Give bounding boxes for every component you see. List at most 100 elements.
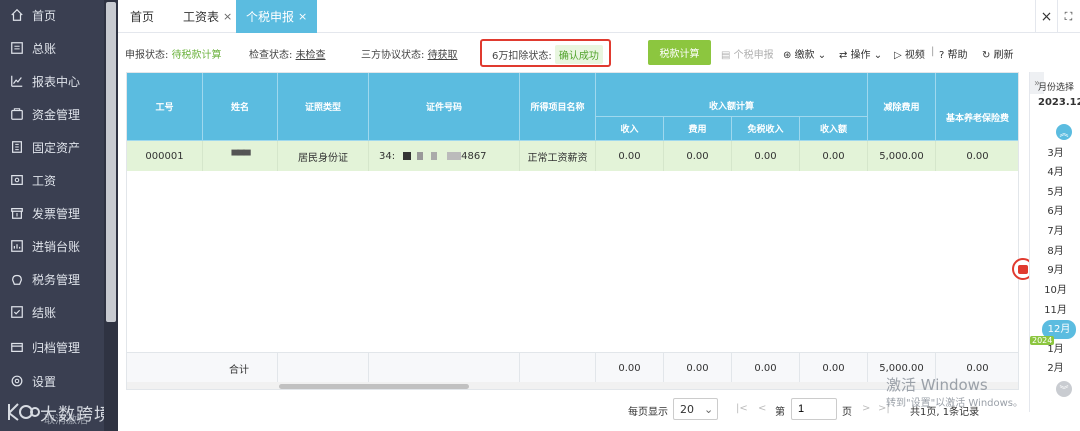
cell-id-no: 34: 4867 (369, 141, 520, 171)
sidebar-item-label: 资金管理 (32, 107, 81, 122)
id-prefix: 34: (379, 150, 396, 162)
cell-name: ▀▀▀ (203, 141, 278, 171)
header-income-amount[interactable]: 收入额 (800, 117, 868, 141)
month-item[interactable]: 10月 (1030, 281, 1080, 300)
month-item[interactable]: 7月 (1030, 222, 1080, 241)
table-hscrollbar-thumb[interactable] (279, 384, 469, 389)
next-page-button[interactable]: > (862, 403, 870, 414)
chevron-down-icon: ⌄ (704, 402, 714, 416)
sidebar-item-inventory[interactable]: 进销台账 (0, 231, 104, 261)
month-item[interactable]: 6月 (1030, 202, 1080, 221)
brand-name: 大数跨境 (40, 404, 112, 425)
video-label: 视频 (904, 50, 925, 61)
declare-status-label: 申报状态: (125, 50, 169, 61)
header-income-item[interactable]: 所得项目名称 (520, 73, 596, 141)
page-number-input[interactable] (791, 398, 837, 420)
footer-expense: 0.00 (664, 353, 732, 383)
toolbar-separator: | (931, 46, 935, 57)
month-item[interactable]: 8月 (1030, 242, 1080, 261)
declare-button[interactable]: ▤ 个税申报 (721, 46, 774, 61)
fullscreen-icon[interactable]: ⛶ (1057, 0, 1079, 33)
deduction-status-label: 6万扣除状态: (492, 51, 552, 62)
month-item[interactable]: 1月 (1030, 340, 1080, 359)
header-pension[interactable]: 基本养老保险费 (936, 95, 1018, 141)
calc-tax-button[interactable]: 税款计算 (648, 40, 711, 65)
deduction-status-badge: 确认成功 (554, 45, 603, 64)
first-page-button[interactable]: |< (736, 403, 748, 414)
sidebar-item-label: 归档管理 (32, 340, 81, 355)
pay-button[interactable]: ⊛ 缴款 ⌄ (783, 46, 826, 61)
sidebar-item-reports[interactable]: 报表中心 (0, 66, 104, 96)
per-page-select[interactable]: 20 ⌄ (673, 398, 718, 420)
chevron-down-icon: ⌄ (814, 50, 827, 61)
tab-income-tax[interactable]: 个税申报 × (236, 0, 318, 33)
header-id-no[interactable]: 证件号码 (369, 73, 520, 141)
scroll-down-icon[interactable]: ︾ (1056, 381, 1072, 397)
asset-icon (12, 141, 22, 153)
month-item[interactable]: 3月 (1030, 144, 1080, 163)
footer-total-label: 合计 (127, 353, 278, 383)
sidebar-item-label: 结账 (32, 305, 57, 320)
current-period: 2023.12 (1038, 97, 1080, 108)
check-status-link[interactable]: 未检查 (296, 50, 326, 61)
header-emp-no[interactable]: 工号 (127, 73, 203, 141)
main-panel: 首页 工资表 × 个税申报 × × ⛶ 申报状态: 待税款计算 检查状态: 未检… (118, 0, 1080, 431)
sidebar-item-funds[interactable]: 资金管理 (0, 99, 104, 129)
tab-label: 个税申报 (246, 10, 295, 24)
cell-expense: 0.00 (664, 141, 732, 171)
table-row[interactable]: 000001 ▀▀▀ 居民身份证 34: 4867 正常工资薪资 0.00 0.… (127, 141, 1018, 171)
header-income[interactable]: 收入 (596, 117, 664, 141)
scroll-up-icon[interactable]: ︽ (1056, 124, 1072, 140)
sidebar-item-tax[interactable]: 税务管理 (0, 264, 104, 294)
sidebar-item-archive[interactable]: 归档管理 (0, 332, 104, 362)
header-id-type[interactable]: 证照类型 (278, 73, 369, 141)
declare-icon: ▤ (721, 50, 734, 61)
close-icon[interactable]: × (223, 10, 232, 23)
agreement-status-link[interactable]: 待获取 (428, 50, 458, 61)
month-item[interactable]: 4月 (1030, 163, 1080, 182)
sidebar-item-settings[interactable]: 设置 (0, 366, 104, 396)
brand-logo: 大数跨境 (6, 400, 112, 425)
month-item[interactable]: 11月 (1030, 301, 1080, 320)
close-icon[interactable]: × (298, 10, 307, 23)
sidebar-item-home[interactable]: 首页 (0, 0, 104, 30)
cell-income-item: 正常工资薪资 (520, 141, 596, 171)
sidebar-item-label: 进销台账 (32, 239, 81, 254)
month-item[interactable]: 2月 (1030, 359, 1080, 378)
cell-tax-free: 0.00 (732, 141, 800, 171)
header-name[interactable]: 姓名 (203, 73, 278, 141)
per-page-value: 20 (680, 402, 694, 416)
tab-label: 首页 (130, 10, 155, 24)
sidebar-item-label: 总账 (32, 41, 57, 56)
sidebar-item-ledger[interactable]: 总账 (0, 33, 104, 63)
sidebar-scrollbar-thumb[interactable] (106, 2, 116, 322)
sidebar-item-invoices[interactable]: 发票管理 (0, 198, 104, 228)
sidebar-item-salary[interactable]: 工资 (0, 165, 104, 195)
header-expense[interactable]: 费用 (664, 117, 732, 141)
refresh-button[interactable]: ↻ 刷新 (982, 46, 1014, 61)
coin-icon: ⊛ (783, 50, 795, 61)
check-status-label: 检查状态: (249, 50, 293, 61)
sidebar-item-close-period[interactable]: 结账 (0, 297, 104, 327)
operate-button[interactable]: ⇄ 操作 ⌄ (839, 46, 882, 61)
footer-cell-empty (369, 353, 520, 383)
per-page-label: 每页显示 (628, 407, 668, 418)
brand-logo-icon (8, 403, 40, 421)
help-button[interactable]: ? 帮助 (939, 46, 968, 61)
header-deduction[interactable]: 减除费用 (868, 73, 936, 141)
month-item[interactable]: 9月 (1030, 261, 1080, 280)
video-button[interactable]: ▷ 视频 (894, 46, 925, 61)
prev-page-button[interactable]: < (758, 403, 766, 414)
help-label: 帮助 (947, 50, 968, 61)
chevron-down-icon: ⌄ (870, 50, 883, 61)
sidebar-item-assets[interactable]: 固定资产 (0, 132, 104, 162)
close-period-icon (11, 306, 23, 318)
play-icon: ▷ (894, 50, 905, 61)
month-item[interactable]: 5月 (1030, 183, 1080, 202)
header-tax-free[interactable]: 免税收入 (732, 117, 800, 141)
tab-payroll[interactable]: 工资表 × (183, 0, 232, 33)
window-close-button[interactable]: × (1035, 0, 1057, 33)
gear-icon (11, 375, 23, 387)
sidebar: 首页 总账 报表中心 资金管理 固定资产 工资 发票管理 进销台账 税务管理 结… (0, 0, 118, 431)
tab-home[interactable]: 首页 (130, 0, 154, 33)
